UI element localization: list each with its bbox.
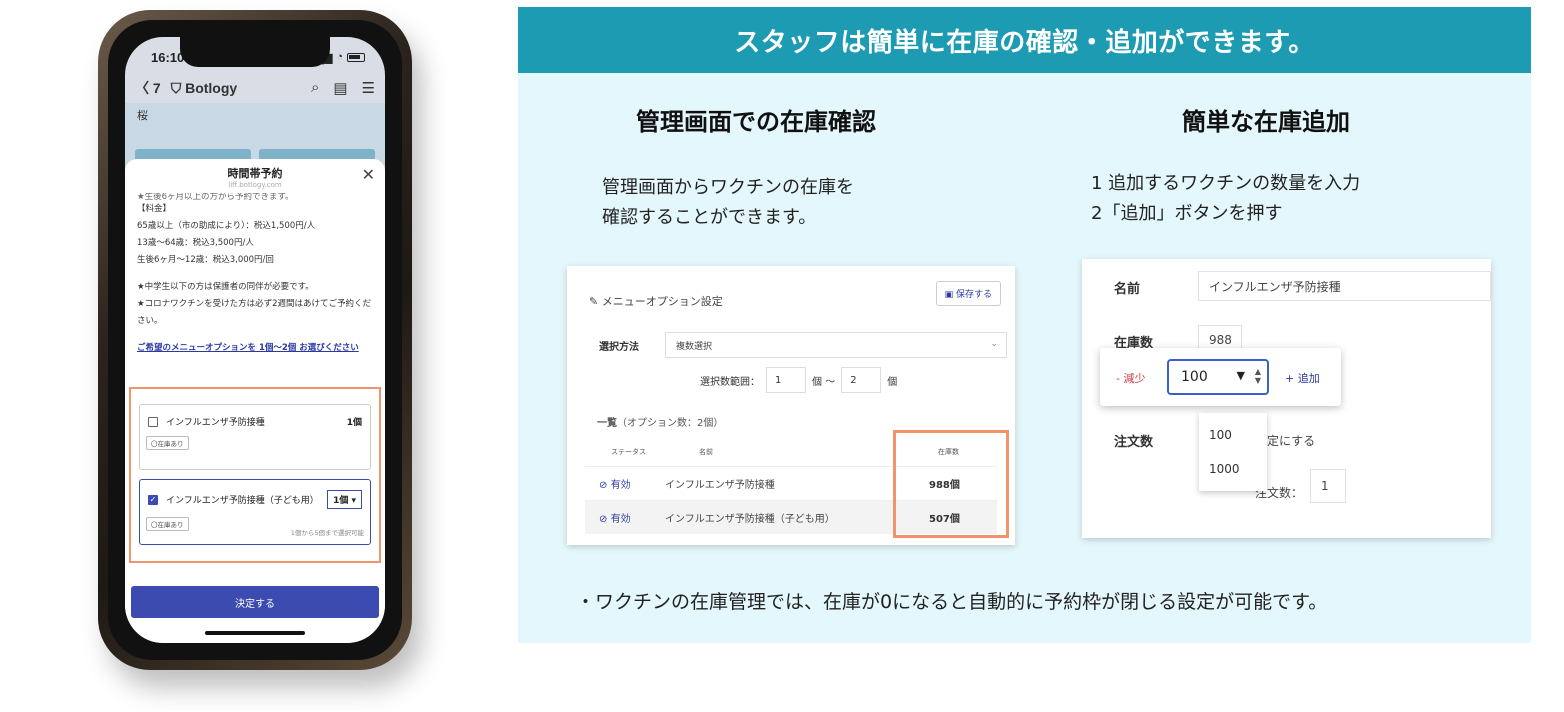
header-name: 名前 bbox=[699, 448, 713, 456]
option-instruction-link[interactable]: ご希望のメニューオプションを 1個〜2個 お選びください bbox=[137, 340, 373, 357]
wifi-icon: ◔ bbox=[336, 51, 343, 63]
sheet-cut-line: ★生後6ヶ月以上の方から予約できます。 bbox=[137, 193, 294, 201]
range-min-input[interactable]: 1 bbox=[766, 367, 806, 393]
menu-icon[interactable]: ☰ bbox=[362, 79, 375, 97]
add-stock-screenshot: 名前 インフルエンザ予防接種 在庫数 988 注文数 定にする 注文数： 1 -… bbox=[1082, 259, 1491, 538]
left-description: 管理画面からワクチンの在庫を 確認することができます。 bbox=[602, 177, 854, 228]
status-cell: ⊘ 有効 bbox=[599, 514, 631, 525]
quantity-dropdown: 100 1000 bbox=[1199, 413, 1267, 491]
fee-line: 65歳以上（市の助成により）：税込1,500円/人 bbox=[137, 221, 316, 231]
pencil-icon: ✎ bbox=[589, 295, 602, 308]
stepper-icon[interactable]: ▲ ▼ bbox=[1255, 367, 1261, 385]
checkbox-checked[interactable]: ✓ bbox=[148, 494, 158, 505]
right-description: 1 追加するワクチンの数量を入力 2「追加」ボタンを押す bbox=[1091, 173, 1361, 224]
option-card[interactable]: インフルエンザ予防接種 1個 〇在庫あり bbox=[139, 404, 371, 470]
name-label: 名前 bbox=[1114, 282, 1141, 297]
stock-adjust-popup: - 減少 100 ▼ ▲ ▼ + 追加 bbox=[1100, 348, 1341, 406]
order-value[interactable]: 1 bbox=[1310, 469, 1346, 503]
checkbox[interactable] bbox=[148, 416, 158, 427]
note-line: ★コロナワクチンを受けた方は必ず2週間はあけてご予約くだ bbox=[137, 299, 372, 309]
sheet-url: liff.botlogy.com bbox=[228, 181, 282, 189]
reservation-sheet: 時間帯予約 liff.botlogy.com ✕ ★生後6ヶ月以上の方から予約で… bbox=[125, 159, 385, 643]
phone-mockup: 16:10 ▂▄▆ ◔ 〈 7 ⛉ Botlogy ⌕ ▤ ☰ bbox=[98, 10, 412, 670]
decrease-button[interactable]: - 減少 bbox=[1116, 370, 1145, 386]
chat-bg-label: 桜 bbox=[137, 109, 148, 122]
notes-icon[interactable]: ▤ bbox=[333, 79, 347, 97]
feature-panel: スタッフは簡単に在庫の確認・追加ができます。 管理画面での在庫確認 簡単な在庫追… bbox=[518, 7, 1531, 643]
home-indicator bbox=[205, 631, 305, 635]
banner-title: スタッフは簡単に在庫の確認・追加ができます。 bbox=[518, 7, 1531, 73]
phone-notch bbox=[180, 37, 330, 67]
back-button[interactable]: 〈 7 bbox=[135, 78, 161, 98]
header-status: ステータス bbox=[611, 448, 646, 456]
list-title: 一覧（オプション数：2個） bbox=[597, 418, 724, 429]
quantity-select[interactable]: 100 ▼ ▲ ▼ bbox=[1167, 359, 1269, 395]
range-max-input[interactable]: 2 bbox=[841, 367, 882, 393]
admin-screenshot: ✎ メニューオプション設定 ▣ 保存する 選択方法 複数選択 ⌄ 選択数範囲： … bbox=[567, 266, 1015, 545]
note-line: さい。 bbox=[137, 316, 163, 326]
close-icon[interactable]: ✕ bbox=[362, 165, 375, 184]
footer-note: ・ワクチンの在庫管理では、在庫が0になると自動的に予約枠が閉じる設定が可能です。 bbox=[576, 591, 1328, 613]
sheet-body: ★生後6ヶ月以上の方から予約できます。 【料金】 65歳以上（市の助成により）：… bbox=[125, 193, 385, 357]
dropdown-option[interactable]: 1000 bbox=[1199, 452, 1267, 486]
chat-title: ⛉ Botlogy bbox=[170, 79, 238, 96]
chevron-down-icon: ▼ bbox=[1236, 369, 1245, 382]
sheet-header: 時間帯予約 liff.botlogy.com ✕ bbox=[125, 159, 385, 193]
method-label: 選択方法 bbox=[599, 342, 639, 353]
name-value: インフルエンザ予防接種 bbox=[1198, 271, 1491, 301]
sheet-title: 時間帯予約 bbox=[227, 167, 283, 180]
line-navbar: 〈 7 ⛉ Botlogy ⌕ ▤ ☰ bbox=[125, 73, 385, 103]
fee-line: 13歳〜64歳：税込3,500円/人 bbox=[137, 238, 254, 248]
phone-screen: 16:10 ▂▄▆ ◔ 〈 7 ⛉ Botlogy ⌕ ▤ ☰ bbox=[125, 37, 385, 643]
option-name: インフルエンザ予防接種（子ども用） bbox=[166, 496, 319, 506]
option-note: 1個から5個まで選択可能 bbox=[290, 529, 364, 537]
fee-heading: 【料金】 bbox=[137, 204, 172, 214]
save-icon: ▣ bbox=[944, 290, 956, 300]
option-name: インフルエンザ予防接種 bbox=[166, 418, 265, 428]
name-cell: インフルエンザ予防接種 bbox=[665, 480, 775, 491]
shield-icon: ⛉ bbox=[170, 79, 186, 96]
name-cell: インフルエンザ予防接種（子ども用） bbox=[665, 514, 835, 525]
stock-highlight-frame bbox=[893, 430, 1009, 538]
chevron-down-icon: ⌄ bbox=[990, 339, 998, 349]
stock-tag: 〇在庫あり bbox=[146, 436, 189, 450]
dropdown-option[interactable]: 100 bbox=[1199, 418, 1267, 452]
order-label: 注文数 bbox=[1114, 435, 1154, 450]
option-qty: 1個 bbox=[346, 418, 362, 428]
decide-button[interactable]: 決定する bbox=[131, 586, 379, 618]
add-button[interactable]: + 追加 bbox=[1285, 370, 1320, 386]
phone-bezel: 16:10 ▂▄▆ ◔ 〈 7 ⛉ Botlogy ⌕ ▤ ☰ bbox=[108, 20, 402, 660]
save-button[interactable]: ▣ 保存する bbox=[935, 281, 1001, 306]
note-line: ★中学生以下の方は保護者の同伴が必要です。 bbox=[137, 282, 314, 292]
order-setting-partial: 定にする bbox=[1267, 434, 1316, 448]
option-card-selected[interactable]: ✓ インフルエンザ予防接種（子ども用） 1個 ▾ 〇在庫あり 1個から5個まで選… bbox=[139, 479, 371, 545]
search-icon[interactable]: ⌕ bbox=[311, 79, 319, 97]
stock-tag: 〇在庫あり bbox=[146, 517, 189, 531]
left-column-title: 管理画面での在庫確認 bbox=[636, 108, 876, 136]
admin-title: ✎ メニューオプション設定 bbox=[589, 295, 723, 308]
battery-icon bbox=[347, 52, 365, 62]
method-select[interactable]: 複数選択 ⌄ bbox=[665, 332, 1007, 358]
status-cell: ⊘ 有効 bbox=[599, 480, 631, 491]
fee-line: 生後6ヶ月〜12歳：税込3,000円/回 bbox=[137, 255, 274, 265]
right-column-title: 簡単な在庫追加 bbox=[1182, 108, 1350, 136]
range-row: 選択数範囲： 1 個 〜 2 個 bbox=[700, 367, 897, 393]
qty-select[interactable]: 1個 ▾ bbox=[327, 490, 362, 509]
